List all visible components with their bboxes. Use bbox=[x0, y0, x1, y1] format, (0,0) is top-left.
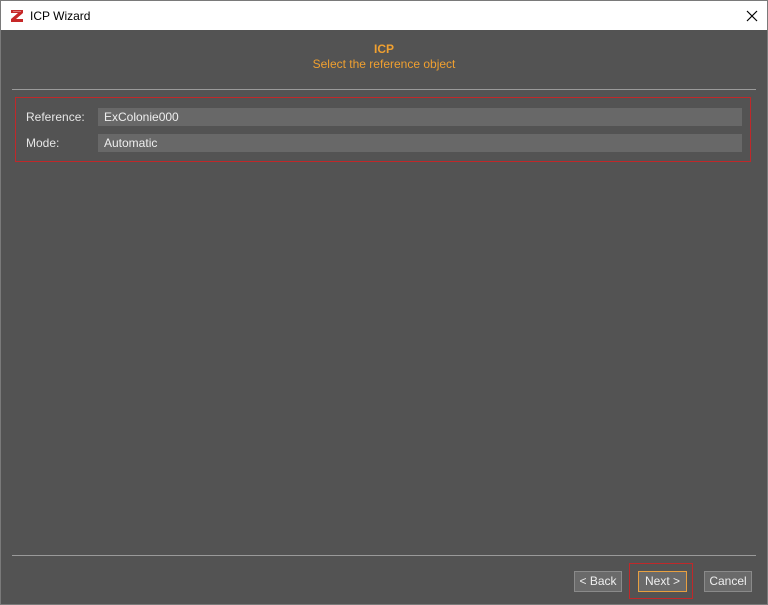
header-divider bbox=[12, 89, 756, 90]
wizard-subtitle: Select the reference object bbox=[312, 57, 456, 71]
footer-divider bbox=[12, 555, 756, 556]
wizard-title: ICP bbox=[373, 42, 394, 56]
app-logo-icon bbox=[11, 10, 23, 22]
back-button[interactable]: < Back bbox=[574, 571, 622, 592]
reference-label: Reference: bbox=[26, 110, 85, 124]
cancel-button[interactable]: Cancel bbox=[704, 571, 752, 592]
close-button[interactable] bbox=[737, 1, 767, 30]
title-bar: ICP Wizard bbox=[1, 1, 767, 30]
mode-field[interactable]: Automatic bbox=[98, 134, 742, 152]
mode-label: Mode: bbox=[26, 136, 60, 150]
close-icon bbox=[746, 10, 758, 21]
icp-wizard-window: ICP Wizard ICP Select the reference obje… bbox=[0, 0, 768, 605]
window-title: ICP Wizard bbox=[30, 9, 91, 23]
reference-form: Reference: ExColonie000 Mode: Automatic bbox=[15, 97, 751, 162]
next-button[interactable]: Next > bbox=[638, 571, 687, 592]
reference-field[interactable]: ExColonie000 bbox=[98, 108, 742, 126]
